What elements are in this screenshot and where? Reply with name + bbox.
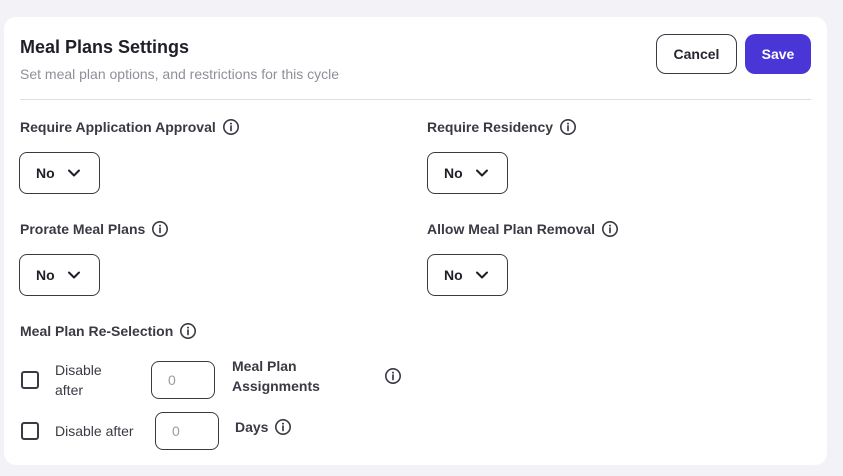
- info-circle-icon[interactable]: [384, 367, 402, 385]
- settings-card: Meal Plans Settings Set meal plan option…: [4, 17, 827, 465]
- meal-plan-reselection-text: Meal Plan Re-Selection: [20, 323, 174, 339]
- select-value: No: [36, 267, 55, 283]
- rule1-unit-line2: Assignments: [232, 378, 320, 394]
- info-circle-icon[interactable]: [559, 118, 577, 136]
- disable-after-days-checkbox[interactable]: [21, 422, 39, 440]
- chevron-down-icon: [475, 166, 489, 180]
- disable-after-assignments-label: Disable after: [55, 360, 102, 400]
- require-application-approval-label: Require Application Approval: [20, 118, 240, 136]
- rule1-label-line2: after: [55, 382, 84, 398]
- info-circle-icon[interactable]: [222, 118, 240, 136]
- allow-meal-plan-removal-text: Allow Meal Plan Removal: [427, 221, 596, 237]
- save-button[interactable]: Save: [745, 34, 811, 74]
- allow-meal-plan-removal-select[interactable]: No: [427, 254, 508, 296]
- header-divider: [20, 99, 811, 100]
- rule1-label-line1: Disable: [55, 362, 102, 378]
- prorate-meal-plans-select[interactable]: No: [19, 254, 100, 296]
- cancel-button[interactable]: Cancel: [656, 34, 737, 74]
- select-value: No: [36, 165, 55, 181]
- assignments-count-input[interactable]: [151, 361, 215, 399]
- chevron-down-icon: [475, 268, 489, 282]
- disable-after-days-label: Disable after: [55, 423, 134, 439]
- prorate-meal-plans-text: Prorate Meal Plans: [20, 221, 146, 237]
- select-value: No: [444, 267, 463, 283]
- require-residency-label: Require Residency: [427, 118, 577, 136]
- days-count-input[interactable]: [155, 412, 219, 450]
- require-residency-text: Require Residency: [427, 119, 554, 135]
- allow-meal-plan-removal-label: Allow Meal Plan Removal: [427, 220, 619, 238]
- page-subtitle: Set meal plan options, and restrictions …: [20, 66, 340, 82]
- meal-plan-reselection-label: Meal Plan Re-Selection: [20, 322, 197, 340]
- meal-plan-assignments-label: Meal Plan Assignments: [232, 356, 320, 396]
- select-value: No: [444, 165, 463, 181]
- info-circle-icon[interactable]: [179, 322, 197, 340]
- require-application-approval-select[interactable]: No: [19, 152, 100, 194]
- prorate-meal-plans-label: Prorate Meal Plans: [20, 220, 169, 238]
- rule1-unit-line1: Meal Plan: [232, 358, 297, 374]
- require-residency-select[interactable]: No: [427, 152, 508, 194]
- info-circle-icon[interactable]: [151, 220, 169, 238]
- chevron-down-icon: [67, 268, 81, 282]
- require-application-approval-text: Require Application Approval: [20, 119, 216, 135]
- chevron-down-icon: [67, 166, 81, 180]
- page-title: Meal Plans Settings: [20, 37, 190, 57]
- disable-after-assignments-checkbox[interactable]: [21, 371, 39, 389]
- days-label: Days: [235, 419, 269, 435]
- info-circle-icon[interactable]: [601, 220, 619, 238]
- info-circle-icon[interactable]: [274, 418, 292, 436]
